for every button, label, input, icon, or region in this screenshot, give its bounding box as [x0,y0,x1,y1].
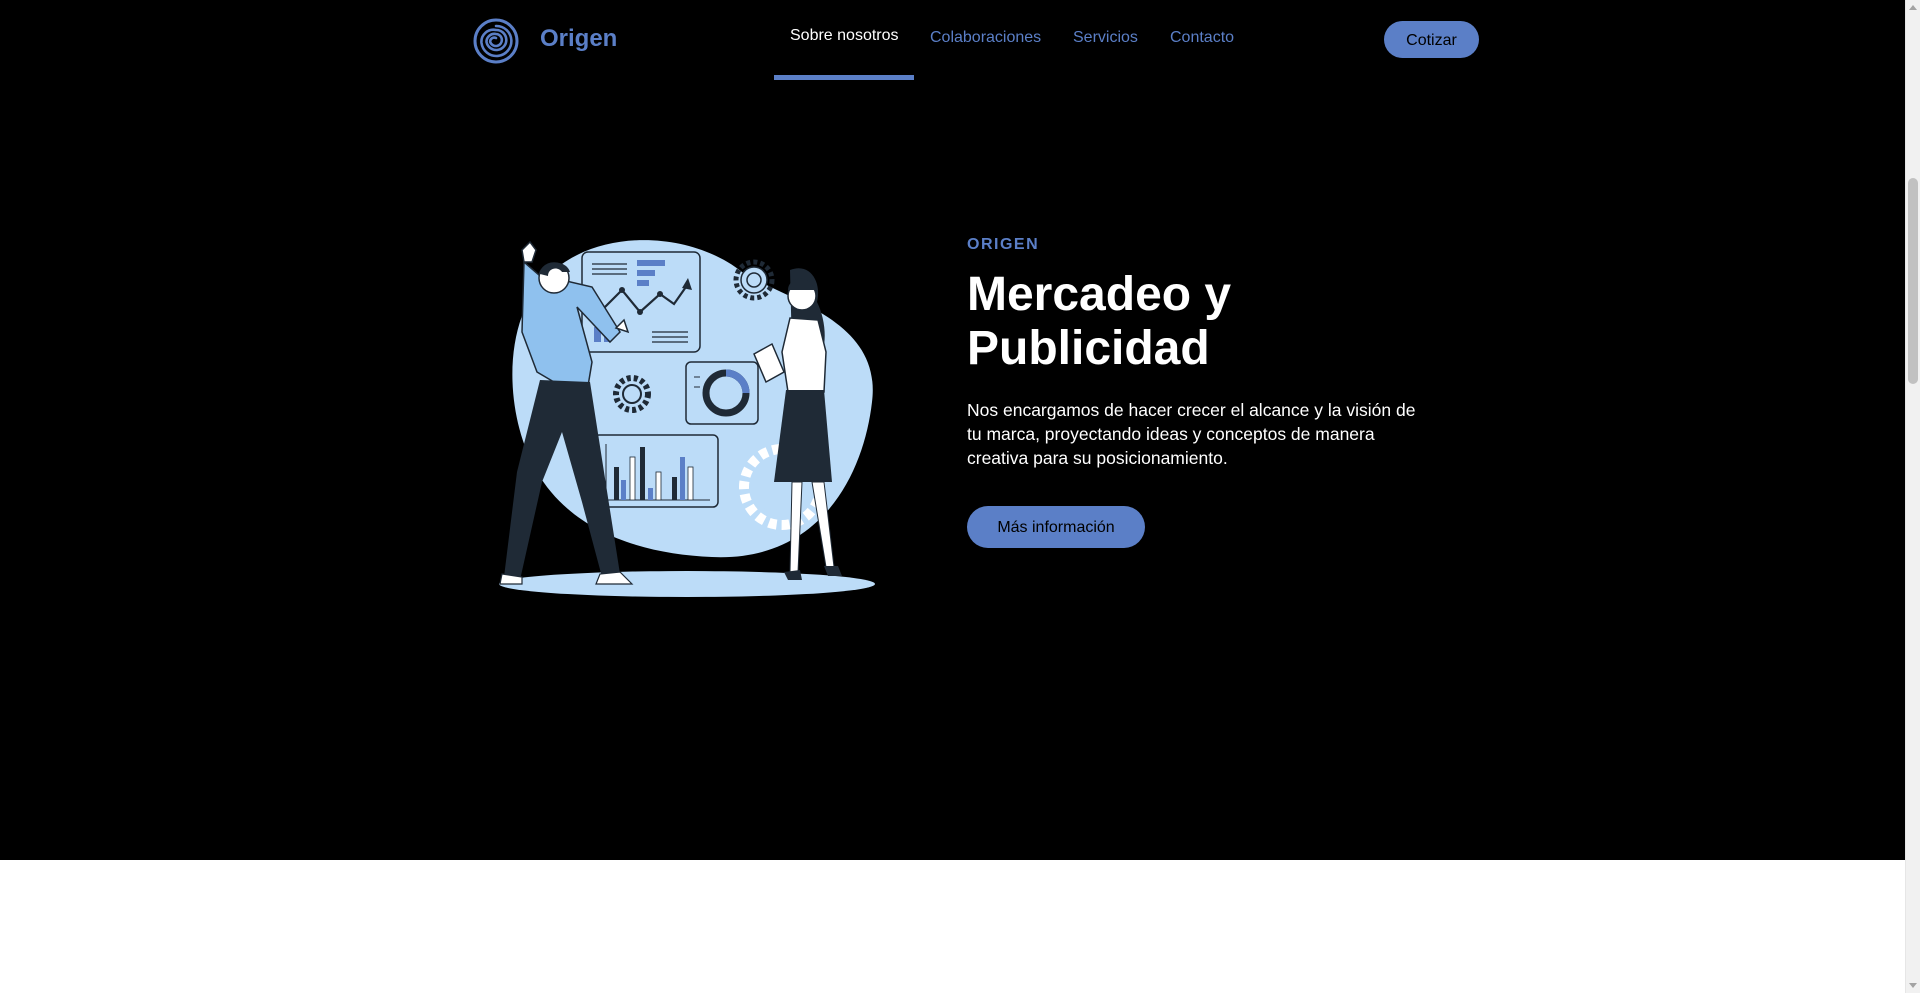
spiral-logo-icon[interactable] [472,17,520,65]
page-scrollbar[interactable] [1905,0,1920,993]
scroll-thumb[interactable] [1908,178,1918,384]
nav-item-sobre-nosotros[interactable]: Sobre nosotros [790,25,899,47]
hero-title: Mercadeo y Publicidad [967,268,1232,375]
hero-description: Nos encargamos de hacer crecer el alcanc… [967,400,1416,468]
scroll-down-icon[interactable] [1909,983,1917,988]
hero-section: Origen Sobre nosotros Colaboraciones Ser… [0,0,1905,860]
hero-eyebrow: ORIGEN [967,236,1040,253]
marketing-team-illustration [499,240,875,597]
nav-item-servicios[interactable]: Servicios [1073,27,1138,49]
nav-item-contacto[interactable]: Contacto [1170,27,1234,49]
more-info-button[interactable]: Más información [967,506,1145,548]
nav-item-colaboraciones[interactable]: Colaboraciones [930,27,1041,49]
next-section [0,860,1905,993]
brand-name[interactable]: Origen [540,24,617,54]
cotizar-button[interactable]: Cotizar [1384,21,1479,58]
nav-active-indicator [774,75,914,80]
scroll-up-icon[interactable] [1909,5,1917,10]
